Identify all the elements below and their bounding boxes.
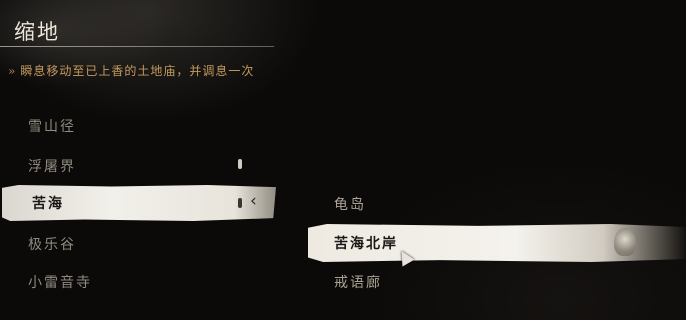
hint-arrow-icon: » xyxy=(8,64,17,78)
shrine-item-jieyulang[interactable]: 戒语廊 xyxy=(308,263,686,301)
region-item-xiaoleiyinsi[interactable]: 小雷音寺 xyxy=(0,264,276,300)
chevron-left-icon: ‹ xyxy=(250,191,257,211)
hint-text: » 瞬息移动至已上香的土地庙，并调息一次 xyxy=(8,62,254,79)
shrine-item-guidao[interactable]: 龟岛 xyxy=(308,185,686,223)
region-item-jileogu[interactable]: 极乐谷 xyxy=(0,226,276,262)
region-label: 苦海 xyxy=(32,196,64,212)
region-label: 极乐谷 xyxy=(28,237,76,253)
incense-marker-icon xyxy=(238,198,242,208)
title-divider xyxy=(0,46,274,47)
shrine-label: 龟岛 xyxy=(334,197,366,213)
region-label: 雪山径 xyxy=(28,119,76,135)
buddha-head-icon xyxy=(614,228,636,256)
shrine-label: 戒语廊 xyxy=(334,275,382,291)
shrine-item-kuhaibeian[interactable]: 苦海北岸 xyxy=(308,224,686,262)
shrine-label: 苦海北岸 xyxy=(334,236,398,252)
hint-description: 瞬息移动至已上香的土地庙，并调息一次 xyxy=(20,64,255,78)
region-item-kuhai[interactable]: 苦海 ‹ xyxy=(0,185,276,221)
region-label: 小雷音寺 xyxy=(28,275,92,291)
region-item-futujie[interactable]: 浮屠界 xyxy=(0,148,276,184)
region-item-xueshanjing[interactable]: 雪山径 xyxy=(0,108,276,144)
region-label: 浮屠界 xyxy=(28,159,76,175)
incense-marker-icon xyxy=(238,159,242,169)
page-title: 缩地 xyxy=(14,20,60,44)
